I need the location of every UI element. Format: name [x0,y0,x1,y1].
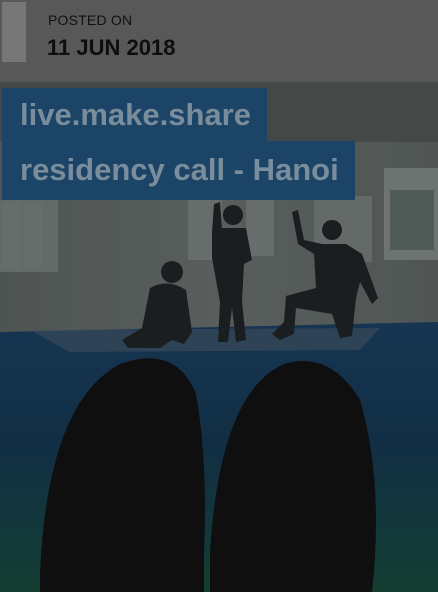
post-title-line-1[interactable]: live.make.share [2,88,267,141]
post-meta-header: POSTED ON 11 JUN 2018 [0,0,438,82]
accent-bar [2,2,26,62]
posted-on-label: POSTED ON [48,12,133,28]
post-title-line-2[interactable]: residency call - Hanoi [2,141,355,200]
posted-date: 11 JUN 2018 [47,35,176,60]
featured-image-link[interactable]: live.make.share residency call - Hanoi [0,82,438,592]
